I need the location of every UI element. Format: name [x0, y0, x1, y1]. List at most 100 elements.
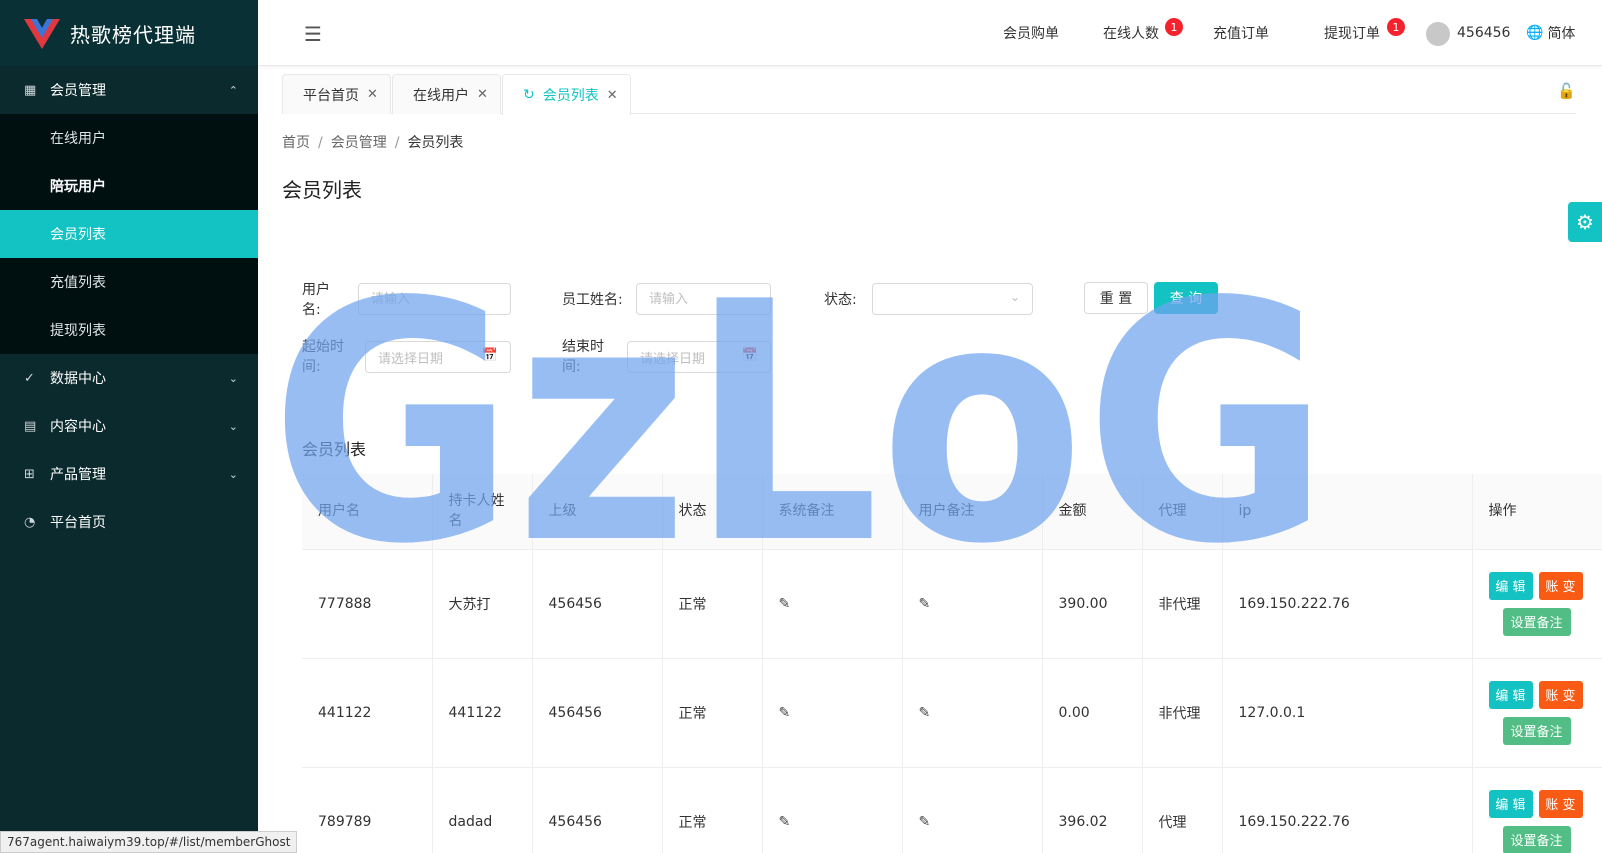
edit-pencil-icon[interactable]: ✎ [919, 705, 931, 721]
start-date-picker[interactable]: 请选择日期 📅 [365, 341, 511, 373]
cell-cardholder: dadad [432, 767, 533, 853]
sidebar-item-recharge-list[interactable]: 充值列表 [0, 258, 258, 306]
sidebar-item-label: 提现列表 [50, 323, 106, 339]
col-agent[interactable]: 代理 [1142, 474, 1223, 550]
end-date-picker[interactable]: 请选择日期 📅 [627, 341, 771, 373]
sidebar-item-companion-users[interactable]: 陪玩用户 [0, 162, 258, 210]
edit-button[interactable]: 编 辑 [1488, 571, 1533, 600]
table-row: 777888 大苏打 456456 正常 ✎ ✎ 390.00 非代理 169.… [302, 549, 1602, 659]
tab-online-users[interactable]: 在线用户 ✕ [392, 74, 501, 114]
sidebar-item-withdraw-list[interactable]: 提现列表 [0, 306, 258, 354]
language-switch[interactable]: 🌐 简体 [1526, 0, 1575, 66]
username[interactable]: 456456 [1457, 0, 1510, 66]
document-icon: ▤ [24, 418, 37, 434]
edit-pencil-icon[interactable]: ✎ [919, 596, 931, 612]
set-note-button[interactable]: 设置备注 [1502, 716, 1571, 745]
sidebar-item-label: 充值列表 [50, 275, 106, 291]
cell-agent: 非代理 [1142, 549, 1223, 659]
tab-platform-home[interactable]: 平台首页 ✕ [282, 74, 391, 114]
reset-button[interactable]: 重 置 [1084, 282, 1148, 314]
account-change-button[interactable]: 账 变 [1538, 680, 1583, 709]
chevron-up-icon: ⌃ [228, 83, 238, 97]
edit-pencil-icon[interactable]: ✎ [779, 705, 791, 721]
grid-icon: ⊞ [24, 466, 35, 482]
username-input[interactable] [358, 283, 511, 315]
start-date-placeholder: 请选择日期 [378, 351, 444, 367]
cell-agent: 非代理 [1142, 658, 1223, 768]
edit-pencil-icon[interactable]: ✎ [779, 814, 791, 830]
menu-title-member-management[interactable]: ▦ 会员管理 ⌃ [0, 66, 258, 114]
menu-label: 内容中心 [50, 419, 106, 435]
menu-title-data-center[interactable]: ✓ 数据中心 ⌄ [0, 354, 258, 402]
sidebar-item-label: 陪玩用户 [50, 179, 106, 195]
cell-amount: 390.00 [1042, 549, 1143, 659]
sidebar-item-online-users[interactable]: 在线用户 [0, 114, 258, 162]
close-icon[interactable]: ✕ [477, 87, 488, 102]
calendar-icon: 📅 [481, 348, 498, 363]
cell-actions: 编 辑 账 变 设置备注 [1472, 658, 1602, 768]
cell-parent: 456456 [532, 549, 663, 659]
logo[interactable]: 热歌榜代理端 [0, 0, 258, 66]
chevron-down-icon: ⌄ [228, 467, 238, 481]
col-status[interactable]: 状态 [662, 474, 763, 550]
cell-actions: 编 辑 账 变 设置备注 [1472, 767, 1602, 853]
avatar[interactable] [1426, 22, 1450, 46]
tab-bar: 平台首页 ✕ 在线用户 ✕ ↻ 会员列表 ✕ 🔓 [282, 74, 1576, 115]
cell-ip: 169.150.222.76 [1222, 549, 1473, 659]
cell-ip: 127.0.0.1 [1222, 658, 1473, 768]
settings-gear-icon[interactable]: ⚙ [1568, 202, 1602, 242]
nav-label: 会员购单 [1003, 26, 1059, 42]
cell-agent: 代理 [1142, 767, 1223, 853]
edit-button[interactable]: 编 辑 [1488, 680, 1533, 709]
username-filter-label: 用户 名: [302, 282, 330, 318]
col-system-note[interactable]: 系统备注 [762, 474, 903, 550]
query-button[interactable]: 查 询 [1154, 282, 1218, 314]
menu-title-content-center[interactable]: ▤ 内容中心 ⌄ [0, 402, 258, 450]
cell-cardholder: 大苏打 [432, 549, 533, 659]
col-username[interactable]: 用户名 [302, 474, 433, 550]
refresh-icon[interactable]: ↻ [523, 87, 535, 103]
col-cardholder[interactable]: 持卡人姓名 [432, 474, 533, 550]
edit-pencil-icon[interactable]: ✎ [779, 596, 791, 612]
tab-member-list[interactable]: ↻ 会员列表 ✕ [502, 74, 631, 115]
cell-actions: 编 辑 账 变 设置备注 [1472, 549, 1602, 659]
edit-button[interactable]: 编 辑 [1488, 789, 1533, 818]
col-user-note[interactable]: 用户备注 [902, 474, 1043, 550]
submenu-member-management: 在线用户 陪玩用户 会员列表 充值列表 提现列表 [0, 114, 258, 354]
sidebar-item-member-list[interactable]: 会员列表 [0, 210, 258, 258]
set-note-button[interactable]: 设置备注 [1502, 607, 1571, 636]
edit-pencil-icon[interactable]: ✎ [919, 814, 931, 830]
menu-member-management: ▦ 会员管理 ⌃ 在线用户 陪玩用户 会员列表 充值列表 提现列表 [0, 66, 258, 354]
table-header-row: 用户名 持卡人姓名 上级 状态 系统备注 用户备注 金额 代理 ip 操作 [302, 474, 1602, 550]
sidebar-item-label: 在线用户 [50, 131, 106, 147]
cell-status: 正常 [662, 549, 763, 659]
nav-online-count[interactable]: 在线人数 [1103, 0, 1159, 66]
withdraw-orders-badge: 1 [1387, 18, 1405, 36]
menu-title-platform-home[interactable]: ◔ 平台首页 [0, 498, 258, 546]
cell-status: 正常 [662, 658, 763, 768]
cell-amount: 0.00 [1042, 658, 1143, 768]
staff-name-input[interactable] [636, 283, 771, 315]
unlock-icon[interactable]: 🔓 [1557, 82, 1576, 100]
close-icon[interactable]: ✕ [607, 88, 618, 103]
nav-recharge-orders[interactable]: 充值订单 [1213, 0, 1269, 66]
close-icon[interactable]: ✕ [367, 87, 378, 102]
nav-label: 提现订单 [1324, 26, 1380, 42]
calendar-icon: 📅 [741, 348, 758, 363]
col-parent[interactable]: 上级 [532, 474, 663, 550]
app-title: 热歌榜代理端 [70, 22, 196, 47]
col-amount[interactable]: 金额 [1042, 474, 1143, 550]
username-label: 456456 [1457, 25, 1511, 41]
menu-fold-icon[interactable]: ☰ [304, 22, 322, 46]
account-change-button[interactable]: 账 变 [1538, 571, 1583, 600]
nav-withdraw-orders[interactable]: 提现订单 [1324, 0, 1380, 66]
breadcrumb-home[interactable]: 首页 [282, 135, 310, 151]
menu-title-product-management[interactable]: ⊞ 产品管理 ⌄ [0, 450, 258, 498]
chevron-down-icon: ⌄ [228, 419, 238, 433]
set-note-button[interactable]: 设置备注 [1502, 825, 1571, 853]
col-ip[interactable]: ip [1222, 474, 1473, 550]
nav-member-orders[interactable]: 会员购单 [1003, 0, 1059, 66]
breadcrumb-member-management[interactable]: 会员管理 [331, 135, 387, 151]
account-change-button[interactable]: 账 变 [1538, 789, 1583, 818]
status-select[interactable]: ⌄ [872, 283, 1033, 315]
